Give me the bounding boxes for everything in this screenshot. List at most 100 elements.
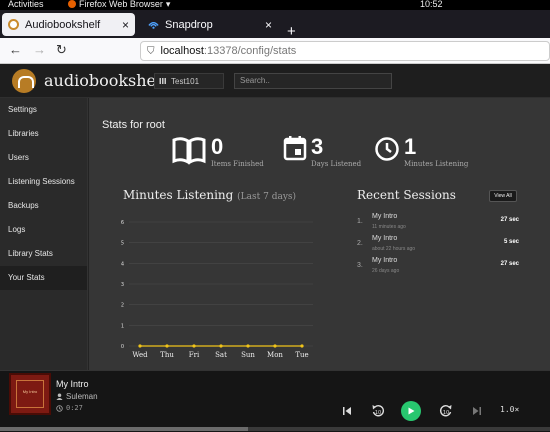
session-row[interactable]: 1. My Intro 11 minutes ago 27 sec bbox=[357, 213, 519, 235]
days-listened-value: 3 bbox=[311, 134, 324, 159]
brand-name[interactable]: audiobookshelf bbox=[44, 71, 167, 90]
data-point[interactable] bbox=[192, 344, 196, 348]
rewind-button[interactable]: 10 bbox=[369, 402, 387, 420]
data-point[interactable] bbox=[165, 344, 169, 348]
player-title[interactable]: My Intro bbox=[56, 379, 89, 389]
page-title: Stats for root bbox=[102, 119, 165, 131]
y-tick-label: 2 bbox=[121, 303, 124, 309]
session-title: My Intro bbox=[372, 257, 398, 264]
tab-strip: Audiobookshelf × Snapdrop × + bbox=[0, 10, 550, 39]
audiobookshelf-logo-icon[interactable] bbox=[12, 69, 36, 93]
reload-icon[interactable]: ↻ bbox=[56, 43, 67, 57]
rewind-icon: 10 bbox=[372, 405, 385, 417]
playback-speed[interactable]: 1.0× bbox=[500, 405, 519, 414]
firefox-icon bbox=[68, 0, 76, 8]
items-finished-value: 0 bbox=[211, 134, 224, 159]
session-index: 1. bbox=[357, 218, 363, 225]
minutes-listening-value: 1 bbox=[404, 134, 417, 159]
next-chapter-button[interactable] bbox=[468, 402, 486, 420]
library-selector[interactable]: Test101 bbox=[154, 73, 224, 89]
items-finished-label: Items Finished bbox=[211, 160, 264, 168]
data-point[interactable] bbox=[219, 344, 223, 348]
svg-text:10: 10 bbox=[443, 410, 449, 416]
session-duration: 27 sec bbox=[500, 217, 519, 223]
sidebar-item-library-stats[interactable]: Library Stats bbox=[0, 242, 87, 266]
x-tick-label: Tue bbox=[295, 351, 308, 359]
stat-days-listened: 3 Days Listened bbox=[283, 135, 361, 168]
sidebar-item-backups[interactable]: Backups bbox=[0, 194, 87, 218]
session-title: My Intro bbox=[372, 235, 398, 242]
back-arrow-icon[interactable]: ← bbox=[9, 43, 22, 57]
play-button[interactable] bbox=[401, 401, 421, 421]
url-path: :13378/config/stats bbox=[203, 45, 297, 57]
app-menu[interactable]: Firefox Web Browser ▾ bbox=[68, 0, 170, 9]
book-cover[interactable]: My Intro bbox=[9, 373, 51, 415]
audio-player: My Intro My Intro Suleman 0:27 10 10 1.0… bbox=[0, 370, 550, 432]
sidebar-item-listening-sessions[interactable]: Listening Sessions bbox=[0, 170, 87, 194]
new-tab-button[interactable]: + bbox=[287, 24, 296, 39]
chart-title-text: Minutes Listening bbox=[123, 188, 234, 202]
cover-border bbox=[16, 380, 44, 408]
forward-arrow-icon[interactable]: → bbox=[33, 43, 46, 57]
session-row[interactable]: 3. My Intro 26 days ago 27 sec bbox=[357, 257, 519, 279]
minutes-listening-chart: 0 1 2 3 4 5 6 Wed Thu Fri Sat Sun Mon Tue bbox=[121, 220, 313, 359]
days-listened-label: Days Listened bbox=[311, 160, 362, 168]
tab-label: Snapdrop bbox=[165, 18, 213, 31]
stats-page: Stats for root 0 Items Finished 3 Days L… bbox=[89, 98, 550, 370]
y-tick-label: 0 bbox=[121, 344, 124, 350]
tab-audiobookshelf[interactable]: Audiobookshelf × bbox=[2, 13, 135, 36]
sidebar-item-logs[interactable]: Logs bbox=[0, 218, 87, 242]
y-tick-label: 6 bbox=[121, 220, 124, 226]
session-row[interactable]: 2. My Intro about 22 hours ago 5 sec bbox=[357, 235, 519, 257]
close-tab-icon[interactable]: × bbox=[122, 18, 129, 32]
data-point[interactable] bbox=[246, 344, 250, 348]
session-time-ago: 26 days ago bbox=[372, 268, 400, 274]
data-point[interactable] bbox=[300, 344, 304, 348]
calendar-icon bbox=[283, 136, 307, 161]
library-name: Test101 bbox=[171, 76, 200, 86]
svg-text:10: 10 bbox=[375, 410, 381, 416]
sidebar-item-your-stats[interactable]: Your Stats bbox=[0, 266, 87, 290]
sidebar-item-settings[interactable]: Settings bbox=[0, 98, 87, 122]
stat-items-finished: 0 Items Finished bbox=[171, 135, 264, 168]
data-point[interactable] bbox=[138, 344, 142, 348]
session-time-ago: 11 minutes ago bbox=[372, 224, 406, 230]
y-tick-label: 1 bbox=[121, 323, 124, 329]
clock[interactable]: 10:52 bbox=[420, 0, 443, 9]
session-index: 2. bbox=[357, 240, 363, 247]
search-input[interactable]: Search.. bbox=[234, 73, 392, 89]
y-tick-label: 4 bbox=[121, 261, 124, 267]
minutes-listening-label: Minutes Listening bbox=[404, 160, 469, 168]
x-tick-label: Thu bbox=[160, 351, 174, 359]
sidebar-item-users[interactable]: Users bbox=[0, 146, 87, 170]
play-icon bbox=[408, 407, 415, 415]
chart-subtitle: (Last 7 days) bbox=[237, 192, 297, 202]
stat-minutes-listening: 1 Minutes Listening bbox=[374, 135, 468, 168]
close-tab-icon[interactable]: × bbox=[265, 18, 272, 32]
os-top-bar: Activities Firefox Web Browser ▾ 10:52 bbox=[0, 0, 550, 10]
settings-sidebar: Settings Libraries Users Listening Sessi… bbox=[0, 98, 88, 370]
chart-title: Minutes Listening (Last 7 days) bbox=[123, 188, 296, 202]
audiobookshelf-favicon-icon bbox=[8, 19, 19, 30]
player-time: 0:27 bbox=[56, 404, 83, 412]
data-point[interactable] bbox=[273, 344, 277, 348]
activities-button[interactable]: Activities bbox=[8, 0, 44, 9]
skip-next-icon bbox=[473, 407, 481, 415]
caret-down-icon: ▾ bbox=[165, 0, 171, 9]
x-tick-label: Mon bbox=[267, 351, 283, 359]
sidebar-item-libraries[interactable]: Libraries bbox=[0, 122, 87, 146]
session-duration: 5 sec bbox=[503, 239, 519, 245]
progress-bar[interactable] bbox=[0, 427, 550, 431]
url-bar[interactable]: ⛉ localhost:13378/config/stats bbox=[140, 41, 550, 61]
tracking-shield-icon[interactable]: ⛉ bbox=[147, 46, 155, 57]
app-header: audiobookshelf Test101 Search.. bbox=[0, 64, 550, 98]
forward-button[interactable]: 10 bbox=[437, 402, 455, 420]
session-title: My Intro bbox=[372, 213, 398, 220]
x-tick-label: Wed bbox=[132, 351, 148, 359]
previous-chapter-button[interactable] bbox=[338, 402, 356, 420]
player-author[interactable]: Suleman bbox=[56, 392, 98, 401]
progress-fill bbox=[0, 427, 248, 431]
clock-icon bbox=[375, 137, 399, 161]
tab-snapdrop[interactable]: Snapdrop × bbox=[142, 13, 278, 36]
view-all-button[interactable]: View All bbox=[489, 190, 517, 202]
